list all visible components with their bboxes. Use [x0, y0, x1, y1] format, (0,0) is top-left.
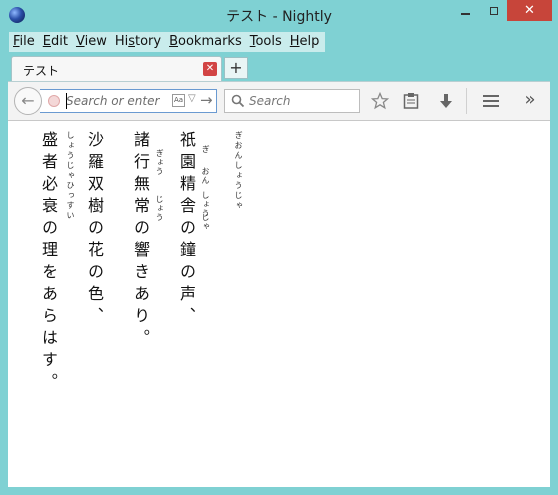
poem-line-2: 諸行無常の響きあり。 — [131, 131, 150, 351]
bookmarks-menu-icon[interactable] — [401, 91, 421, 111]
menu-bar: File Edit View History Bookmarks Tools H… — [9, 32, 325, 52]
back-button[interactable]: ← — [14, 87, 42, 115]
tab-title: テスト — [23, 64, 60, 78]
nav-toolbar: Aa ▽ → ← » — [8, 81, 550, 121]
menu-file[interactable]: File — [9, 33, 39, 51]
ruby-jou: じょう — [155, 195, 164, 222]
menu-bookmarks[interactable]: Bookmarks — [165, 33, 246, 51]
poem-line-1: 祇園精舎の鐘の声、 — [177, 131, 196, 329]
close-icon: ✕ — [524, 3, 535, 18]
minimize-icon — [460, 12, 470, 15]
ruby-text-shouja: しょうじゃひっすい — [66, 131, 75, 221]
menu-edit[interactable]: Edit — [39, 33, 72, 51]
search-input[interactable] — [249, 92, 353, 110]
ruby-text-gion: ぎおんしょうじゃ — [234, 131, 243, 211]
toolbar-separator — [466, 88, 467, 114]
menu-tools[interactable]: Tools — [246, 33, 286, 51]
search-icon — [231, 94, 245, 108]
site-identity-icon[interactable] — [48, 95, 60, 107]
ruby-on: おん — [201, 167, 210, 185]
ruby-ja: じゃ — [201, 213, 210, 231]
url-dropdown-icon[interactable]: ▽ — [188, 93, 196, 104]
poem-line-3: 沙羅双樹の花の色、 — [85, 131, 104, 329]
hamburger-menu-icon[interactable] — [481, 91, 501, 111]
page-content: ぎおんしょうじゃ 祇園精舎の鐘の声、 ぎ おん しょう じゃ 諸行無常の響きあり… — [8, 121, 550, 487]
menu-view[interactable]: View — [72, 33, 111, 51]
tab-close-icon[interactable]: ✕ — [203, 62, 217, 76]
new-tab-button[interactable]: + — [224, 57, 248, 79]
ruby-gi: ぎ — [201, 145, 210, 154]
ruby-gyou: ぎょう — [155, 149, 164, 176]
minimize-button[interactable] — [450, 0, 480, 21]
overflow-chevron-icon[interactable]: » — [520, 89, 540, 110]
title-bar: テスト - Nightly ✕ — [0, 0, 558, 32]
downloads-icon[interactable] — [436, 91, 456, 111]
poem-line-4: 盛者必衰の理をあらはす。 — [39, 131, 58, 395]
url-bar[interactable]: Aa ▽ → — [40, 89, 217, 113]
maximize-button[interactable] — [480, 0, 507, 21]
url-input[interactable] — [66, 92, 166, 110]
search-bar[interactable] — [224, 89, 360, 113]
menu-help[interactable]: Help — [286, 33, 324, 51]
menu-history[interactable]: History — [111, 33, 165, 51]
bookmark-star-icon[interactable] — [370, 91, 390, 111]
close-window-button[interactable]: ✕ — [507, 0, 552, 21]
reader-mode-icon[interactable]: Aa — [172, 94, 185, 107]
text-cursor — [66, 93, 67, 109]
go-arrow-icon[interactable]: → — [200, 91, 213, 109]
maximize-icon — [489, 6, 498, 15]
tab-active[interactable]: テスト ✕ — [11, 56, 222, 82]
